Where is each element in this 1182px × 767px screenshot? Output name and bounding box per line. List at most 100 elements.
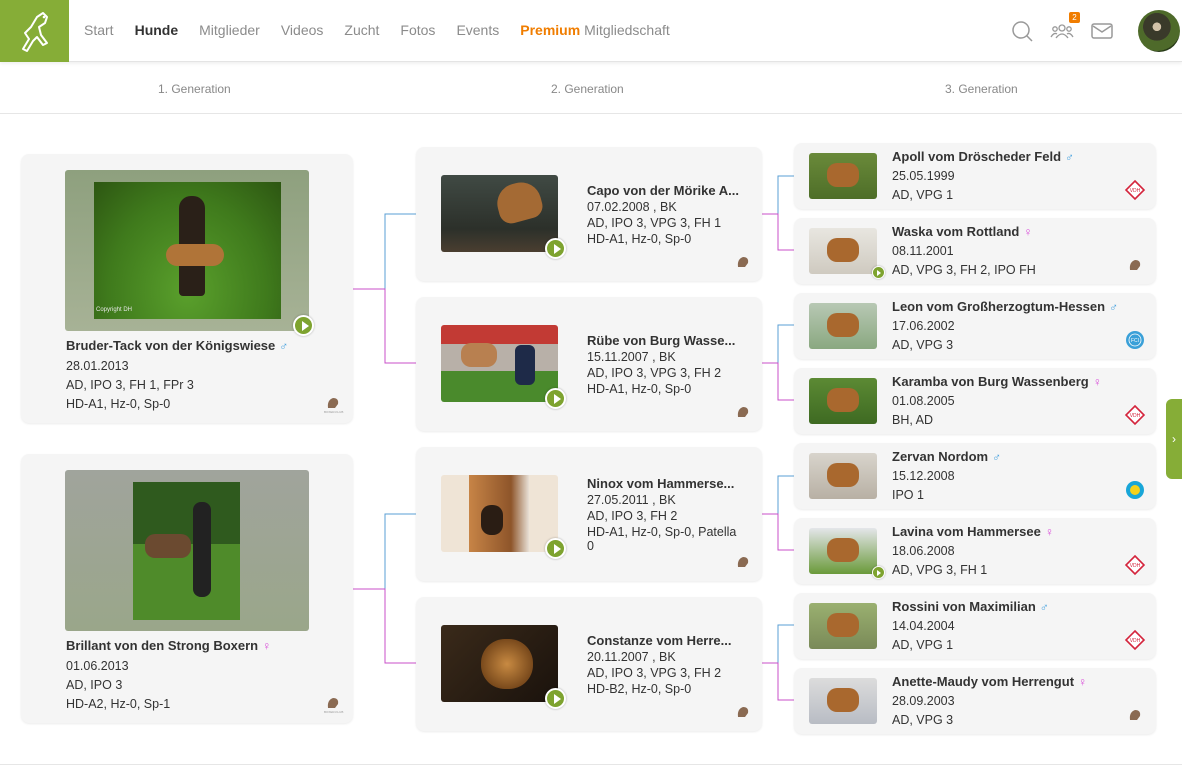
fci-icon: FCI <box>1126 331 1144 349</box>
gen2-card[interactable]: Rübe von Burg Wasse... 15.11.2007 , BK A… <box>416 297 762 431</box>
expand-panel-button[interactable]: › <box>1166 399 1182 479</box>
video-play-button[interactable] <box>545 688 566 709</box>
fci-icon <box>1126 481 1144 499</box>
dog-photo <box>441 325 558 402</box>
footer-divider <box>0 764 1182 765</box>
dog-titles: AD, IPO 3, FH 1, FPr 3 <box>66 378 194 392</box>
gen3-card[interactable]: Waska vom Rottland ♀ 08.11.2001 AD, VPG 3, … <box>794 218 1156 284</box>
svg-text:VDH: VDH <box>1130 413 1141 419</box>
vdh-icon: VDH <box>1124 554 1146 576</box>
dog-birthdate: 25.05.1999 <box>892 169 955 183</box>
gen1-card-dam[interactable]: Brillant von den Strong Boxern ♀ 01.06.20… <box>21 454 353 723</box>
nav-zucht[interactable]: Zucht <box>344 22 379 38</box>
dog-birthdate: 01.08.2005 <box>892 394 955 408</box>
dog-name[interactable]: Zervan Nordom ♂ <box>892 449 1122 465</box>
boxer-club-icon: BOXER-KLUB <box>324 398 343 414</box>
nav-start[interactable]: Start <box>84 22 114 38</box>
gen3-card[interactable]: Lavina vom Hammersee ♀ 18.06.2008 AD, VPG 3… <box>794 518 1156 584</box>
dog-photo <box>809 153 877 199</box>
user-avatar[interactable] <box>1138 10 1180 52</box>
dog-photo <box>441 175 558 252</box>
vdh-icon: VDH <box>1124 404 1146 426</box>
generation-3-label: 3. Generation <box>945 82 1018 96</box>
video-play-button[interactable] <box>872 566 885 579</box>
nav-events[interactable]: Events <box>456 22 499 38</box>
dog-birthdate: 07.02.2008 , BK <box>587 200 677 214</box>
dog-birthdate: 01.06.2013 <box>66 659 129 673</box>
female-icon: ♀ <box>262 639 272 653</box>
dog-health: HD-A1, Hz-0, Sp-0 <box>66 397 171 411</box>
gen2-card[interactable]: Ninox vom Hammerse... 27.05.2011 , BK AD… <box>416 447 762 581</box>
dog-name[interactable]: Constanze vom Herre... <box>587 633 752 648</box>
gen2-card[interactable]: Capo von der Mörike A... 07.02.2008 , BK… <box>416 147 762 281</box>
dog-birthdate: 15.12.2008 <box>892 469 955 483</box>
dog-name[interactable]: Waska vom Rottland ♀ <box>892 224 1122 240</box>
nav-premium[interactable]: Premium Mitgliedschaft <box>520 22 691 38</box>
dog-titles: AD, IPO 3 <box>66 678 123 692</box>
video-play-button[interactable] <box>545 538 566 559</box>
female-icon: ♀ <box>1023 225 1033 239</box>
nav-fotos[interactable]: Fotos <box>400 22 435 38</box>
boxer-club-icon <box>1129 710 1141 720</box>
male-icon: ♂ <box>1065 150 1075 164</box>
dog-health: HD-B2, Hz-0, Sp-0 <box>587 682 692 696</box>
mail-icon[interactable] <box>1090 19 1114 43</box>
dog-name[interactable]: Rübe von Burg Wasse... <box>587 333 752 348</box>
dog-birthdate: 28.01.2013 <box>66 359 129 373</box>
gen1-card-sire[interactable]: Copyright DH Bruder-Tack von der Königsw… <box>21 154 353 423</box>
dog-name[interactable]: Karamba von Burg Wassenberg ♀ <box>892 374 1122 390</box>
dog-name[interactable]: Rossini von Maximilian ♂ <box>892 599 1122 615</box>
svg-text:VDH: VDH <box>1130 188 1141 194</box>
gen3-card[interactable]: Karamba von Burg Wassenberg ♀ 01.08.2005 BH… <box>794 368 1156 434</box>
dog-name[interactable]: Apoll vom Dröscheder Feld ♂ <box>892 149 1122 165</box>
dog-birthdate: 14.04.2004 <box>892 619 955 633</box>
video-play-button[interactable] <box>545 238 566 259</box>
female-icon: ♀ <box>1078 675 1088 689</box>
boxer-club-icon: BOXER-KLUB <box>324 698 343 714</box>
main-nav: Start Hunde Mitglieder Videos Zucht Foto… <box>84 22 691 38</box>
dog-birthdate: 08.11.2001 <box>892 244 954 258</box>
generation-header: 1. Generation 2. Generation 3. Generatio… <box>0 64 1182 114</box>
notification-badge: 2 <box>1069 12 1080 23</box>
dog-titles: AD, VPG 3, FH 1 <box>892 563 988 577</box>
dog-name[interactable]: Anette-Maudy vom Herrengut ♀ <box>892 674 1122 690</box>
site-logo[interactable] <box>0 0 69 62</box>
dog-photo: Copyright DH <box>65 170 309 331</box>
dog-health: HD-A1, Hz-0, Sp-0 <box>587 232 692 246</box>
female-icon: ♀ <box>1044 525 1054 539</box>
dog-name[interactable]: Leon vom Großherzogtum-Hessen ♂ <box>892 299 1122 315</box>
nav-videos[interactable]: Videos <box>281 22 324 38</box>
vdh-icon: VDH <box>1124 629 1146 651</box>
nav-hunde[interactable]: Hunde <box>135 22 179 38</box>
dog-photo <box>441 625 558 702</box>
dog-name[interactable]: Ninox vom Hammerse... <box>587 476 757 491</box>
gen3-card[interactable]: Rossini von Maximilian ♂ 14.04.2004 AD, VPG… <box>794 593 1156 659</box>
dog-titles: AD, IPO 3, FH 2 <box>587 509 678 523</box>
dog-photo <box>809 603 877 649</box>
dog-name[interactable]: Brillant von den Strong Boxern ♀ <box>66 638 346 654</box>
gen3-card[interactable]: Zervan Nordom ♂ 15.12.2008 IPO 1 <box>794 443 1156 509</box>
dog-titles: AD, VPG 1 <box>892 638 954 652</box>
male-icon: ♂ <box>992 450 1002 464</box>
vdh-icon: VDH <box>1124 179 1146 201</box>
boxer-club-icon <box>737 557 749 567</box>
gen2-card[interactable]: Constanze vom Herre... 20.11.2007 , BK A… <box>416 597 762 731</box>
gen3-card[interactable]: Anette-Maudy vom Herrengut ♀ 28.09.2003 AD,… <box>794 668 1156 734</box>
dog-photo <box>809 678 877 724</box>
dog-name[interactable]: Lavina vom Hammersee ♀ <box>892 524 1122 540</box>
dog-name[interactable]: Bruder-Tack von der Königswiese ♂ <box>66 338 346 354</box>
dog-name[interactable]: Capo von der Mörike A... <box>587 183 752 198</box>
gen3-card[interactable]: Leon vom Großherzogtum-Hessen ♂ 17.06.2002… <box>794 293 1156 359</box>
dog-birthdate: 20.11.2007 , BK <box>587 650 676 664</box>
search-icon[interactable] <box>1010 19 1034 43</box>
svg-text:BOXER-KLUB: BOXER-KLUB <box>324 710 343 714</box>
gen3-card[interactable]: Apoll vom Dröscheder Feld ♂ 25.05.1999 AD, … <box>794 143 1156 209</box>
video-play-button[interactable] <box>293 315 314 336</box>
dog-health: HD-A1, Hz-0, Sp-0, Patella <box>587 525 737 539</box>
video-play-button[interactable] <box>545 388 566 409</box>
dog-birthdate: 28.09.2003 <box>892 694 955 708</box>
video-play-button[interactable] <box>872 266 885 279</box>
generation-2-label: 2. Generation <box>551 82 624 96</box>
male-icon: ♂ <box>1039 600 1049 614</box>
nav-mitglieder[interactable]: Mitglieder <box>199 22 260 38</box>
